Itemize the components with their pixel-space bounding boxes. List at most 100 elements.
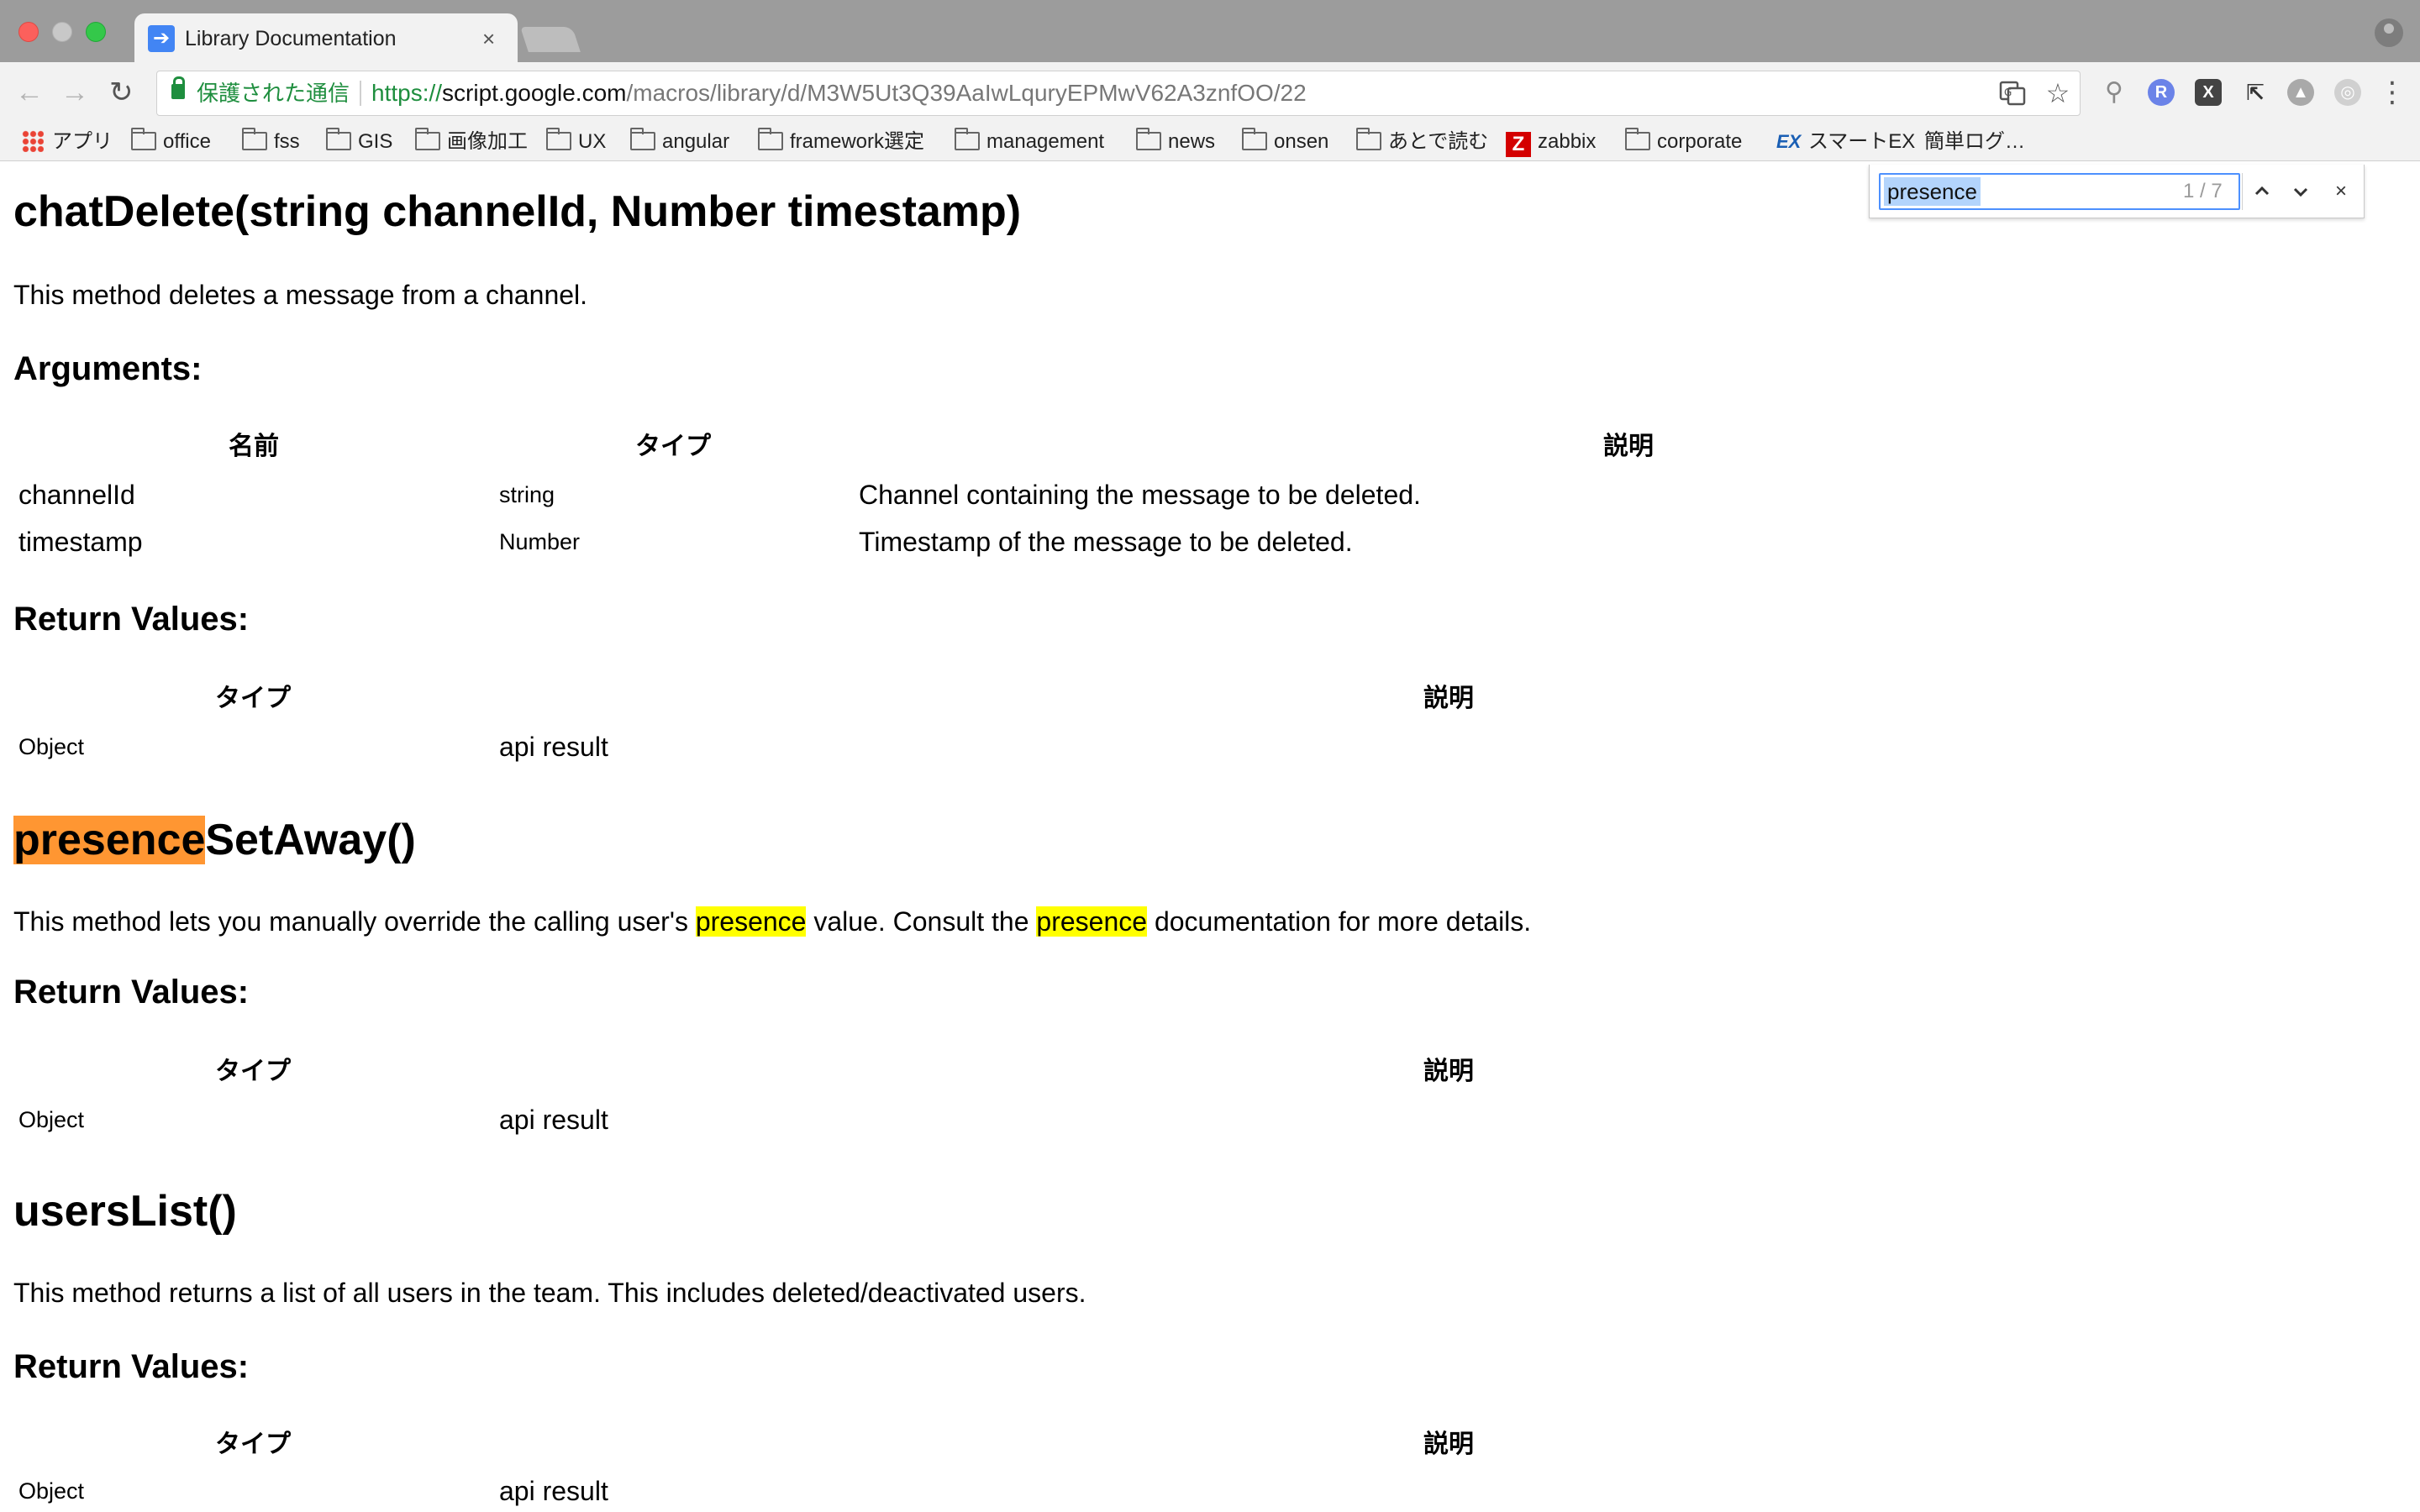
bookmark-onsen[interactable]: onsen: [1242, 126, 1328, 158]
url-scheme: https://: [371, 80, 443, 106]
table-header-description: 説明: [1603, 433, 1654, 460]
window-maximize-button[interactable]: [86, 22, 106, 42]
reload-icon[interactable]: ↻: [109, 76, 134, 109]
folder-icon: [415, 128, 440, 150]
arg-type-cell: Number: [499, 529, 581, 554]
new-tab-button[interactable]: [520, 27, 581, 52]
bookmark-label: fss: [274, 130, 300, 153]
description-text: This method lets you manually override t…: [13, 906, 696, 937]
tab-close-icon[interactable]: ×: [482, 25, 495, 52]
url-path: /macros/library/d/M3W5Ut3Q39AaIwLquryEPM…: [626, 80, 1307, 106]
tab-favicon-icon: ➔: [148, 25, 175, 52]
find-next-chevron-down-icon[interactable]: [2284, 173, 2317, 210]
folder-icon: [1242, 128, 1267, 150]
bookmark-label: management: [986, 130, 1105, 153]
folder-icon: [242, 128, 267, 150]
folder-icon: [758, 128, 783, 150]
bookmark-gis[interactable]: GIS: [326, 126, 392, 158]
method-description: This method returns a list of all users …: [13, 1278, 1086, 1308]
find-query-text[interactable]: presence: [1884, 177, 1981, 206]
bookmark-easy-log[interactable]: 簡単ログ…: [1924, 126, 2025, 158]
return-description-cell: api result: [499, 1476, 608, 1506]
return-values-heading: Return Values:: [13, 1348, 250, 1385]
back-arrow-icon[interactable]: ←: [15, 76, 44, 109]
return-values-heading: Return Values:: [13, 974, 250, 1011]
arg-description-cell: Channel containing the message to be del…: [859, 480, 1421, 510]
arg-description-cell: Timestamp of the message to be deleted.: [859, 527, 1353, 557]
url-text[interactable]: https://script.google.com/macros/library…: [371, 79, 1307, 108]
bookmark-office[interactable]: office: [131, 126, 211, 158]
table-header-type: タイプ: [635, 433, 711, 460]
find-close-icon[interactable]: ×: [2324, 173, 2358, 210]
folder-icon: [131, 128, 156, 150]
arg-name-cell: timestamp: [18, 527, 143, 557]
bookmark-fss[interactable]: fss: [242, 126, 300, 158]
find-match-active: presence: [13, 816, 206, 864]
bookmark-label: onsen: [1274, 130, 1329, 153]
bookmark-label: framework選定: [790, 130, 925, 153]
bookmark-label: あとで読む: [1388, 130, 1489, 153]
x-extension-icon[interactable]: X: [2195, 79, 2222, 106]
description-text: value. Consult the: [806, 906, 1037, 937]
page-content: chatDelete(string channelId, Number time…: [0, 163, 2420, 1512]
bookmark-news[interactable]: news: [1136, 126, 1215, 158]
find-match-count: 1 / 7: [2183, 180, 2223, 202]
method-description: This method deletes a message from a cha…: [13, 280, 588, 310]
return-type-cell: Object: [18, 734, 85, 759]
svg-text:G: G: [2004, 87, 2012, 98]
lock-icon: [171, 76, 185, 99]
tab-title: Library Documentation: [185, 27, 397, 50]
folder-icon: [326, 128, 351, 150]
return-description-cell: api result: [499, 1105, 608, 1135]
r-extension-icon[interactable]: R: [2148, 79, 2175, 106]
arg-type-cell: string: [499, 482, 555, 507]
find-previous-chevron-up-icon[interactable]: [2245, 173, 2279, 210]
bookmark-label: 簡単ログ…: [1924, 130, 2025, 153]
table-header-type: タイプ: [215, 685, 291, 712]
method-description: This method lets you manually override t…: [13, 904, 1531, 939]
table-header-name: 名前: [229, 433, 279, 460]
bookmark-ux[interactable]: UX: [546, 126, 606, 158]
description-text: documentation for more details.: [1147, 906, 1532, 937]
bookmark-label: 画像加工: [447, 130, 528, 153]
bookmark-angular[interactable]: angular: [630, 126, 729, 158]
ex-icon: EX: [1776, 131, 1802, 152]
window-minimize-button[interactable]: [52, 22, 72, 42]
table-header-description: 説明: [1423, 685, 1474, 712]
bookmark-management[interactable]: management: [955, 126, 1104, 158]
bookmark-framework[interactable]: framework選定: [758, 126, 924, 158]
bookmark-star-icon[interactable]: ☆: [2044, 79, 2072, 108]
browser-menu-icon[interactable]: ⋮: [2378, 77, 2407, 108]
table-header-description: 説明: [1423, 1058, 1474, 1085]
address-divider: [360, 81, 361, 106]
method-title-chat-delete: chatDelete(string channelId, Number time…: [13, 187, 1022, 236]
method-title-presence-set-away: presenceSetAway(): [13, 813, 416, 867]
bookmark-label: office: [163, 130, 211, 153]
bookmark-smart-ex[interactable]: EX スマートEX: [1776, 126, 1915, 158]
apps-icon: [22, 130, 44, 152]
translate-icon[interactable]: G: [1998, 79, 2027, 108]
bookmark-read-later[interactable]: あとで読む: [1356, 126, 1488, 158]
cursor-extension-icon[interactable]: ⇱: [2242, 79, 2269, 106]
forward-arrow-icon[interactable]: →: [60, 76, 89, 109]
folder-icon: [1136, 128, 1161, 150]
url-host: script.google.com: [442, 80, 627, 106]
secure-connection-label[interactable]: 保護された通信: [197, 79, 350, 108]
bookmark-zabbix[interactable]: Zzabbix: [1506, 126, 1596, 158]
bookmark-image-processing[interactable]: 画像加工: [415, 126, 528, 158]
arguments-heading: Arguments:: [13, 350, 203, 387]
angular-extension-icon[interactable]: ▲: [2287, 79, 2314, 106]
return-values-heading: Return Values:: [13, 601, 250, 638]
bookmark-apps[interactable]: アプリ: [22, 126, 113, 158]
bookmark-label: zabbix: [1538, 130, 1597, 153]
return-type-cell: Object: [18, 1107, 85, 1132]
window-close-button[interactable]: [18, 22, 39, 42]
folder-icon: [630, 128, 655, 150]
find-match: presence: [695, 906, 807, 937]
return-description-cell: api result: [499, 732, 608, 762]
folder-icon: [1625, 128, 1650, 150]
circle-extension-icon[interactable]: ◎: [2334, 79, 2361, 106]
profile-icon[interactable]: [2375, 18, 2403, 47]
bookmark-corporate[interactable]: corporate: [1625, 126, 1742, 158]
map-pin-extension-icon[interactable]: ⚲: [2101, 79, 2128, 106]
